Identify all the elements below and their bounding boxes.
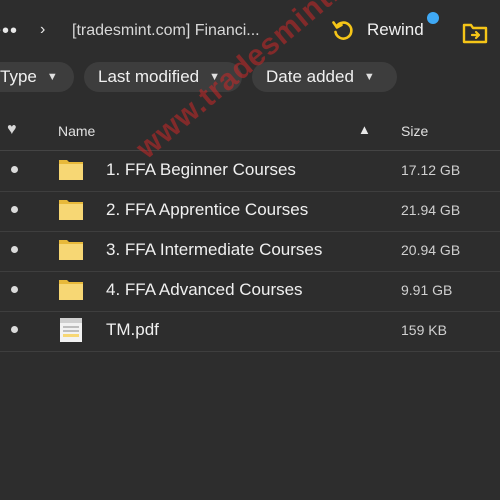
- chevron-down-icon: ▼: [363, 71, 375, 83]
- folder-icon: [59, 200, 83, 220]
- folder-open-icon: [462, 23, 488, 44]
- folder-icon: [59, 280, 83, 300]
- breadcrumb[interactable]: [tradesmint.com] Financi...: [72, 22, 260, 40]
- chevron-down-icon: ▼: [46, 71, 58, 83]
- type-filter-label: Type: [0, 67, 37, 86]
- table-header: ♥ Name ▲ Size: [0, 114, 500, 151]
- sort-ascending-icon[interactable]: ▲: [358, 122, 371, 137]
- bullet-icon: [11, 206, 18, 213]
- file-name: 3. FFA Intermediate Courses: [106, 240, 323, 259]
- file-size: 159 KB: [401, 322, 447, 338]
- more-options-button[interactable]: •••: [0, 20, 18, 43]
- file-name: 4. FFA Advanced Courses: [106, 280, 303, 299]
- last-modified-filter[interactable]: Last modified ▼: [84, 62, 242, 92]
- bullet-icon: [11, 326, 18, 333]
- file-size: 21.94 GB: [401, 202, 461, 218]
- chevron-down-icon: ▼: [209, 71, 221, 83]
- bullet-icon: [11, 246, 18, 253]
- table-row[interactable]: 4. FFA Advanced Courses 9.91 GB: [0, 271, 500, 312]
- file-size: 9.91 GB: [401, 282, 453, 298]
- folder-icon: [59, 240, 83, 260]
- date-added-filter-label: Date added: [266, 67, 354, 86]
- rewind-button[interactable]: Rewind: [331, 12, 439, 42]
- folder-icon: [59, 160, 83, 180]
- filter-bar: Type ▼ Last modified ▼ Date added ▼: [0, 62, 500, 94]
- heart-icon[interactable]: ♥: [7, 121, 17, 139]
- rewind-icon: [332, 21, 353, 40]
- top-bar: ••• › [tradesmint.com] Financi... Rewind: [0, 0, 500, 62]
- file-size: 17.12 GB: [401, 162, 461, 178]
- bullet-icon: [11, 166, 18, 173]
- open-folder-button[interactable]: [462, 22, 488, 49]
- notification-dot: [427, 12, 439, 24]
- table-row[interactable]: 1. FFA Beginner Courses 17.12 GB: [0, 151, 500, 192]
- table-row[interactable]: TM.pdf 159 KB: [0, 311, 500, 352]
- rewind-label: Rewind: [367, 20, 424, 39]
- size-column-header[interactable]: Size: [401, 123, 428, 139]
- file-size: 20.94 GB: [401, 242, 461, 258]
- pdf-file-icon: [60, 318, 82, 342]
- file-name: 2. FFA Apprentice Courses: [106, 200, 309, 219]
- file-name: TM.pdf: [106, 320, 159, 339]
- last-modified-filter-label: Last modified: [98, 67, 200, 86]
- table-row[interactable]: 3. FFA Intermediate Courses 20.94 GB: [0, 231, 500, 272]
- file-name: 1. FFA Beginner Courses: [106, 160, 296, 179]
- name-column-header[interactable]: Name: [58, 123, 95, 139]
- table-row[interactable]: 2. FFA Apprentice Courses 21.94 GB: [0, 191, 500, 232]
- type-filter[interactable]: Type ▼: [0, 62, 74, 92]
- date-added-filter[interactable]: Date added ▼: [252, 62, 397, 92]
- chevron-right-icon: ›: [40, 21, 46, 38]
- bullet-icon: [11, 286, 18, 293]
